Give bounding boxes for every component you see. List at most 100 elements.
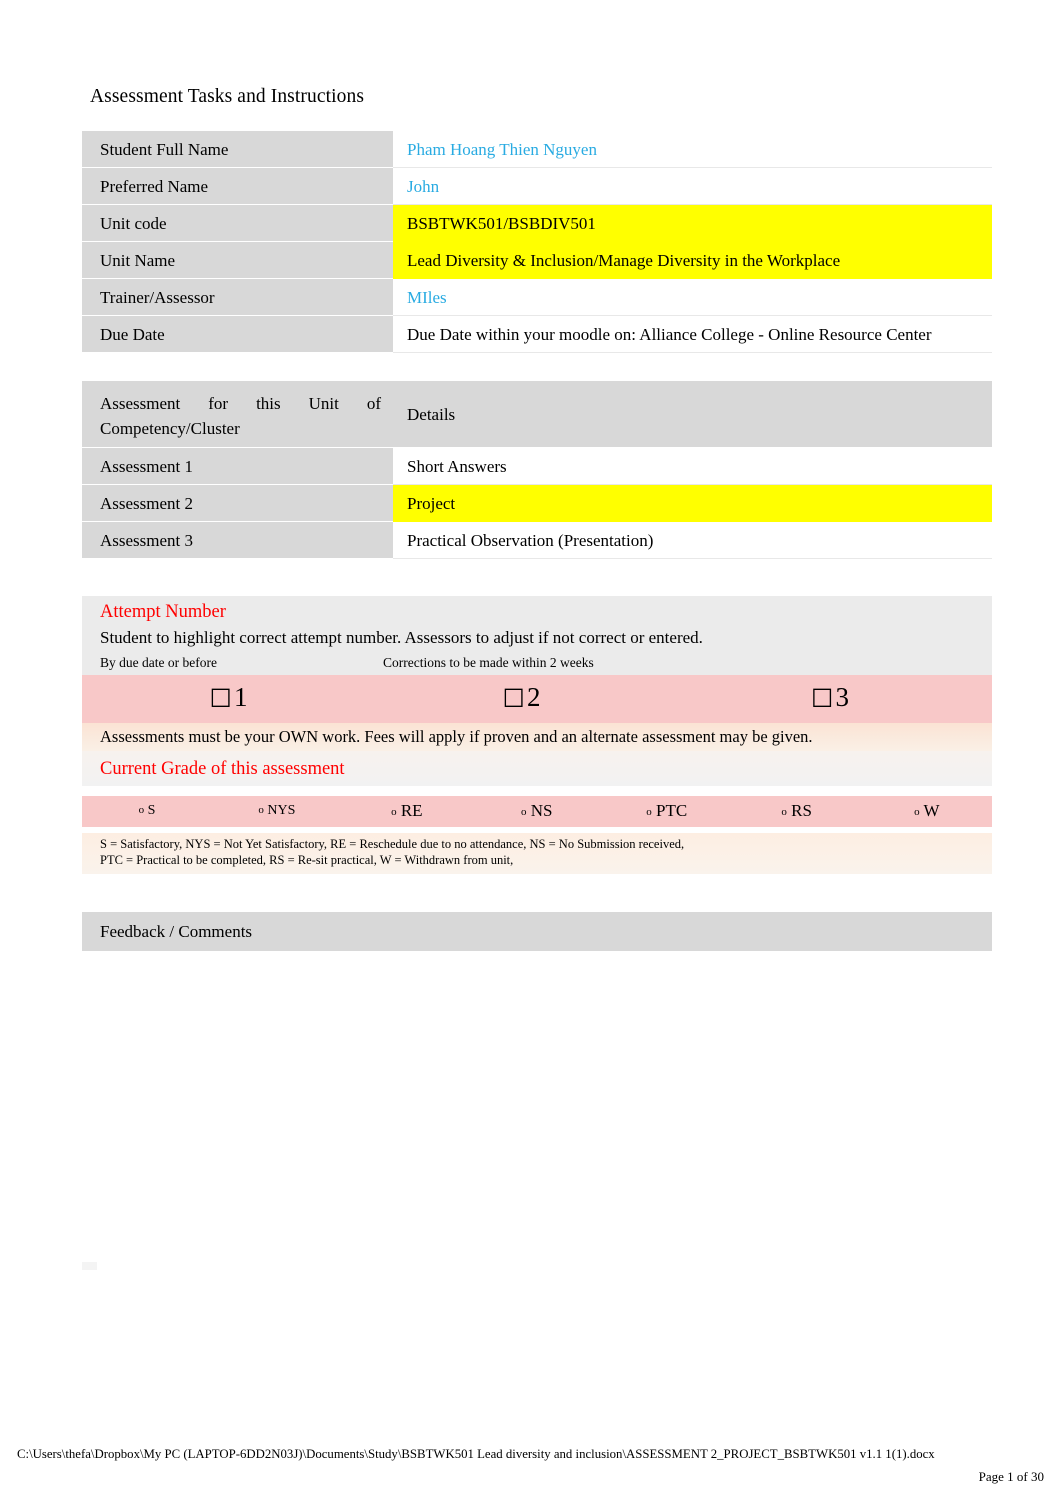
attempt-instruction-row: Student to highlight correct attempt num… <box>82 626 993 652</box>
attempt-option-3[interactable]: ☐3 <box>668 675 993 723</box>
checkbox-icon[interactable]: ☐ <box>811 684 835 713</box>
table-header-row: Assessment for this Unit of Competency/C… <box>82 381 992 448</box>
row-label-assessment-3: Assessment 3 <box>82 522 393 559</box>
row-label-assessment-2: Assessment 2 <box>82 485 393 522</box>
assessment-1-value: Short Answers <box>407 457 507 476</box>
row-value-assessment-1: Short Answers <box>393 448 992 485</box>
radio-marker-icon: o <box>646 806 652 818</box>
footer-page-number: Page 1 of 30 <box>978 1469 1044 1484</box>
grade-option-s[interactable]: o S <box>82 796 212 827</box>
grade-legend-table: S = Satisfactory, NYS = Not Yet Satisfac… <box>82 833 992 874</box>
unit-name-value: Lead Diversity & Inclusion/Manage Divers… <box>407 251 841 270</box>
trainer-assessor-value: MIles <box>407 288 447 307</box>
grade-option-s-label: S <box>147 803 156 818</box>
checkbox-icon[interactable]: ☐ <box>210 684 234 713</box>
page-footer: C:\Users\thefa\Dropbox\My PC (LAPTOP-6DD… <box>0 1444 1062 1487</box>
grade-option-rs-label: RS <box>791 801 812 820</box>
page-title: Assessment Tasks and Instructions <box>90 86 365 107</box>
row-value-assessment-2: Project <box>393 485 992 522</box>
attempt-checkbox-row: ☐1 ☐2 ☐3 <box>82 675 993 723</box>
attempt-note-blank <box>668 652 993 675</box>
grade-option-re[interactable]: o RE <box>341 796 472 827</box>
row-value-assessment-3: Practical Observation (Presentation) <box>393 522 992 559</box>
table-row: Preferred Name John <box>82 168 992 205</box>
attempt-option-2[interactable]: ☐2 <box>375 675 668 723</box>
grade-option-rs[interactable]: o RS <box>731 796 862 827</box>
attempt-heading-row: Attempt Number <box>82 596 993 626</box>
due-date-value: Due Date within your moodle on: Alliance… <box>407 325 932 344</box>
row-value-unit-name[interactable]: Lead Diversity & Inclusion/Manage Divers… <box>393 242 992 279</box>
row-value-preferred-name[interactable]: John <box>393 168 992 205</box>
assessment-2-value: Project <box>407 494 456 513</box>
attempt-instruction-text: Student to highlight correct attempt num… <box>82 626 993 652</box>
attempt-note-by-due-date: By due date or before <box>82 652 375 675</box>
table-row: Assessment 3 Practical Observation (Pres… <box>82 522 992 559</box>
assessment-list-table: Assessment for this Unit of Competency/C… <box>82 381 992 559</box>
table-row: Assessment 2 Project <box>82 485 992 522</box>
row-label-unit-code: Unit code <box>82 205 393 242</box>
radio-marker-icon: o <box>138 804 145 816</box>
grade-legend-cell: S = Satisfactory, NYS = Not Yet Satisfac… <box>82 833 992 874</box>
table-row: Unit Name Lead Diversity & Inclusion/Man… <box>82 242 992 279</box>
grade-option-ns-label: NS <box>530 801 553 820</box>
table-row: Unit code BSBTWK501/BSBDIV501 <box>82 205 992 242</box>
grade-options-row: o S o NYS o RE o NS o PTC o RS o W <box>82 796 992 827</box>
attempt-note-corrections: Corrections to be made within 2 weeks <box>375 652 668 675</box>
document-page: Assessment Tasks and Instructions Studen… <box>0 0 1062 1504</box>
assessment-header-line-1: Assessment for this Unit of <box>100 394 381 413</box>
attempt-option-1[interactable]: ☐1 <box>82 675 375 723</box>
own-work-row: Assessments must be your OWN work. Fees … <box>82 723 993 751</box>
current-grade-heading: Current Grade of this assessment <box>82 751 993 786</box>
grade-option-w[interactable]: o W <box>861 796 992 827</box>
attempt-number-2-label: 2 <box>526 682 541 712</box>
feedback-body-row <box>82 952 992 1262</box>
table-row: Trainer/Assessor MIles <box>82 279 992 316</box>
student-full-name-value: Pham Hoang Thien Nguyen <box>407 140 597 159</box>
table-row: Student Full Name Pham Hoang Thien Nguye… <box>82 131 992 168</box>
row-label-trainer-assessor: Trainer/Assessor <box>82 279 393 316</box>
attempt-notes-row: By due date or before Corrections to be … <box>82 652 993 675</box>
grade-options-table: o S o NYS o RE o NS o PTC o RS o W <box>82 796 992 827</box>
row-label-preferred-name: Preferred Name <box>82 168 393 205</box>
row-value-unit-code[interactable]: BSBTWK501/BSBDIV501 <box>393 205 992 242</box>
grade-option-nys-label: NYS <box>267 803 296 818</box>
grade-option-ptc-label: PTC <box>656 801 688 820</box>
table-row: Due Date Due Date within your moodle on:… <box>82 316 992 353</box>
radio-marker-icon: o <box>781 806 787 818</box>
grade-option-ptc[interactable]: o PTC <box>601 796 732 827</box>
grade-legend-line-1: S = Satisfactory, NYS = Not Yet Satisfac… <box>100 837 685 851</box>
row-label-unit-name: Unit Name <box>82 242 393 279</box>
radio-marker-icon: o <box>914 806 920 818</box>
row-value-student-full-name[interactable]: Pham Hoang Thien Nguyen <box>393 131 992 168</box>
feedback-input-area[interactable] <box>82 952 992 1262</box>
row-value-trainer-assessor[interactable]: MIles <box>393 279 992 316</box>
checkbox-icon[interactable]: ☐ <box>503 684 527 713</box>
student-details-table: Student Full Name Pham Hoang Thien Nguye… <box>82 131 992 353</box>
attempt-and-grade-table: Attempt Number Student to highlight corr… <box>82 596 993 786</box>
attempt-number-1-label: 1 <box>233 682 248 712</box>
radio-marker-icon: o <box>391 806 397 818</box>
table-row: Assessment 1 Short Answers <box>82 448 992 485</box>
preferred-name-value: John <box>407 177 440 196</box>
assessment-table-header-label: Assessment for this Unit of Competency/C… <box>82 381 393 448</box>
grade-heading-row: Current Grade of this assessment <box>82 751 993 786</box>
grade-option-ns[interactable]: o NS <box>471 796 602 827</box>
row-label-due-date: Due Date <box>82 316 393 353</box>
feedback-heading-row: Feedback / Comments <box>82 912 992 952</box>
feedback-table: Feedback / Comments <box>82 912 992 1262</box>
attempt-number-3-label: 3 <box>835 682 849 712</box>
grade-option-w-label: W <box>923 801 940 820</box>
footer-file-path: C:\Users\thefa\Dropbox\My PC (LAPTOP-6DD… <box>17 1447 935 1461</box>
unit-code-value: BSBTWK501/BSBDIV501 <box>407 214 596 233</box>
row-value-due-date[interactable]: Due Date within your moodle on: Alliance… <box>393 316 992 353</box>
radio-marker-icon: o <box>258 804 264 816</box>
feedback-heading: Feedback / Comments <box>82 912 992 952</box>
grade-legend-line-2: PTC = Practical to be completed, RS = Re… <box>100 853 514 867</box>
assessment-3-value: Practical Observation (Presentation) <box>407 531 654 550</box>
row-label-student-full-name: Student Full Name <box>82 131 393 168</box>
grade-option-re-label: RE <box>400 801 423 820</box>
own-work-note: Assessments must be your OWN work. Fees … <box>82 723 993 751</box>
radio-marker-icon: o <box>521 806 527 818</box>
grade-option-nys[interactable]: o NYS <box>211 796 342 827</box>
assessment-table-header-details: Details <box>393 381 992 448</box>
